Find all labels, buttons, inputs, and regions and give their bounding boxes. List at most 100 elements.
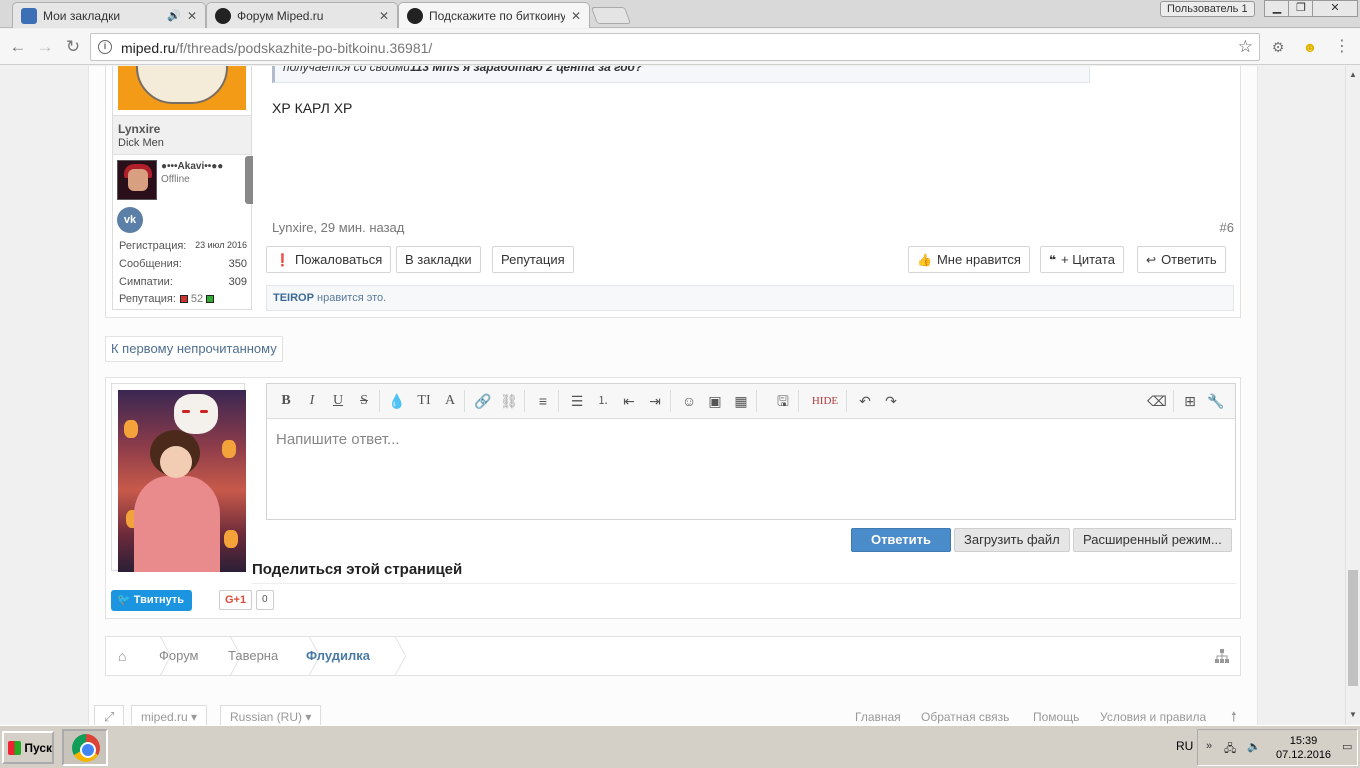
start-button[interactable]: Пуск <box>2 731 54 764</box>
forward-icon[interactable]: → <box>34 36 56 58</box>
menu-icon[interactable]: ⋮ <box>1332 37 1352 57</box>
reply-button[interactable]: ↩ Ответить <box>1137 246 1226 273</box>
quote-button[interactable]: ❝ + Цитата <box>1040 246 1124 273</box>
minimize-icon[interactable]: ▁ <box>1264 0 1290 17</box>
emoji-extension-icon[interactable]: ☻ <box>1300 37 1320 57</box>
close-tab-icon[interactable]: ✕ <box>571 9 581 23</box>
scroll-down-icon[interactable]: ▼ <box>1349 710 1357 719</box>
tab-thread[interactable]: Подскажите по биткоину ✕ <box>398 2 590 28</box>
back-icon[interactable]: ← <box>7 36 29 58</box>
bold-icon[interactable]: B <box>276 391 296 411</box>
stat-label: Симпатии: <box>119 276 173 288</box>
upload-file-button[interactable]: Загрузить файл <box>954 528 1070 552</box>
profile-button[interactable]: Пользователь 1 <box>1160 1 1255 17</box>
network-icon[interactable]: 🖧 <box>1224 740 1238 755</box>
taskbar-chrome-app[interactable] <box>62 729 108 766</box>
reputation-plus-icon[interactable] <box>206 295 215 303</box>
undo-icon[interactable]: ↶ <box>855 391 875 411</box>
stat-value[interactable]: 350 <box>229 258 247 270</box>
user-avatar[interactable] <box>118 66 246 110</box>
align-icon[interactable]: ≡ <box>533 391 553 411</box>
reputation-button[interactable]: Репутация <box>492 246 574 273</box>
crumb-flood[interactable]: Флудилка <box>306 637 370 675</box>
insert-box-icon[interactable]: ⊞ <box>1180 391 1200 411</box>
footer-link-help[interactable]: Помощь <box>1033 710 1079 724</box>
input-language[interactable]: RU <box>1176 739 1193 753</box>
font-family-icon[interactable]: A <box>440 391 460 411</box>
close-window-icon[interactable]: ✕ <box>1312 0 1358 17</box>
url-text[interactable]: miped.ru/f/threads/podskazhite-po-bitkoi… <box>121 40 432 56</box>
clan-panel-handle[interactable] <box>245 156 253 204</box>
indent-icon[interactable]: ⇥ <box>645 391 665 411</box>
image-icon[interactable]: ▣ <box>705 391 725 411</box>
liker-username[interactable]: TEIROP <box>273 292 314 304</box>
close-tab-icon[interactable]: ✕ <box>379 9 389 23</box>
scroll-up-icon[interactable]: ▲ <box>1349 70 1357 79</box>
hide-tag-button[interactable]: HIDE <box>807 391 843 411</box>
post-author-date[interactable]: Lynxire, 29 мин. назад <box>272 220 404 235</box>
media-icon[interactable]: ▦ <box>731 391 751 411</box>
my-avatar[interactable] <box>111 383 246 572</box>
home-icon[interactable]: ⌂ <box>118 637 126 675</box>
report-button[interactable]: ❗ Пожаловаться <box>266 246 392 273</box>
link-icon[interactable]: 🔗 <box>473 391 493 411</box>
footer-link-feedback[interactable]: Обратная связь <box>921 710 1009 724</box>
style-chooser[interactable]: miped.ru ▾ <box>131 705 208 725</box>
tab-forum[interactable]: Форум Miped.ru ✕ <box>206 2 398 28</box>
footer-link-terms[interactable]: Условия и правила <box>1100 710 1206 724</box>
redo-icon[interactable]: ↷ <box>881 391 901 411</box>
like-button[interactable]: 👍 Мне нравится <box>908 246 1030 273</box>
close-tab-icon[interactable]: ✕ <box>187 9 197 23</box>
scrollbar-thumb[interactable] <box>1348 570 1358 686</box>
sitemap-icon[interactable] <box>1214 648 1230 664</box>
reply-textarea[interactable]: Напишите ответ... <box>276 431 400 448</box>
post-number[interactable]: #6 <box>1220 220 1234 235</box>
first-unread-button[interactable]: К первому непрочитанному <box>105 336 283 362</box>
tweet-button[interactable]: 🐦 Твитнуть <box>111 590 193 611</box>
quote-text: получается со своими <box>283 66 410 74</box>
italic-icon[interactable]: I <box>302 391 322 411</box>
clan-avatar[interactable] <box>117 160 157 200</box>
gplus-button[interactable]: G+1 <box>219 590 253 610</box>
show-desktop-icon[interactable]: ▭ <box>1342 740 1356 753</box>
outdent-icon[interactable]: ⇤ <box>619 391 639 411</box>
tray-expand-icon[interactable]: » <box>1206 740 1220 752</box>
page-scrollbar[interactable]: ▲ ▼ <box>1345 66 1360 725</box>
bullet-list-icon[interactable]: ☰ <box>567 391 587 411</box>
save-draft-icon[interactable]: 🖫 <box>773 391 793 411</box>
tab-bookmarks[interactable]: Мои закладки 🔊 ✕ <box>12 2 206 28</box>
address-bar[interactable]: i miped.ru/f/threads/podskazhite-po-bitk… <box>90 33 1260 61</box>
restore-icon[interactable]: ❐ <box>1288 0 1314 17</box>
footer-link-home[interactable]: Главная <box>855 710 901 724</box>
reload-icon[interactable]: ↻ <box>62 36 84 58</box>
username[interactable]: Lynxire <box>118 122 246 136</box>
wrench-icon[interactable]: 🔧 <box>1206 391 1226 411</box>
crumb-tavern[interactable]: Таверна <box>228 637 278 675</box>
clock[interactable]: 15:39 07.12.2016 <box>1276 734 1331 762</box>
site-info-icon[interactable]: i <box>98 40 112 54</box>
smilie-icon[interactable]: ☺ <box>679 391 699 411</box>
font-size-icon[interactable]: TI <box>414 391 434 411</box>
scroll-top-icon[interactable]: 🠕 <box>1231 708 1237 725</box>
volume-icon[interactable]: 🔈 <box>1247 740 1261 753</box>
speaker-icon[interactable]: 🔊 <box>167 9 181 22</box>
crumb-forum[interactable]: Форум <box>159 637 199 675</box>
advanced-mode-button[interactable]: Расширенный режим... <box>1073 528 1232 552</box>
extension-icon[interactable]: ⚙ <box>1268 37 1288 57</box>
remove-format-icon[interactable]: ⌫ <box>1147 391 1167 411</box>
expand-icon[interactable]: ⤢ <box>94 705 124 725</box>
text-color-icon[interactable]: 💧 <box>387 391 407 411</box>
new-tab-button[interactable] <box>590 7 632 24</box>
bookmark-star-icon[interactable]: ☆ <box>1238 37 1253 57</box>
vk-icon[interactable]: vk <box>117 207 143 233</box>
strikethrough-icon[interactable]: S <box>354 391 374 411</box>
numbered-list-icon[interactable]: ⒈ <box>593 391 613 411</box>
bookmark-button[interactable]: В закладки <box>396 246 481 273</box>
unlink-icon[interactable]: ⛓ <box>499 391 519 411</box>
taskbar: Пуск RU » 🖧 🔈 15:39 07.12.2016 ▭ <box>0 725 1360 768</box>
reputation-minus-icon[interactable] <box>179 295 188 303</box>
submit-reply-button[interactable]: Ответить <box>851 528 951 552</box>
language-chooser[interactable]: Russian (RU) ▾ <box>220 705 322 725</box>
underline-icon[interactable]: U <box>328 391 348 411</box>
clan-name[interactable]: ●•••Akavi••●● <box>161 161 223 172</box>
